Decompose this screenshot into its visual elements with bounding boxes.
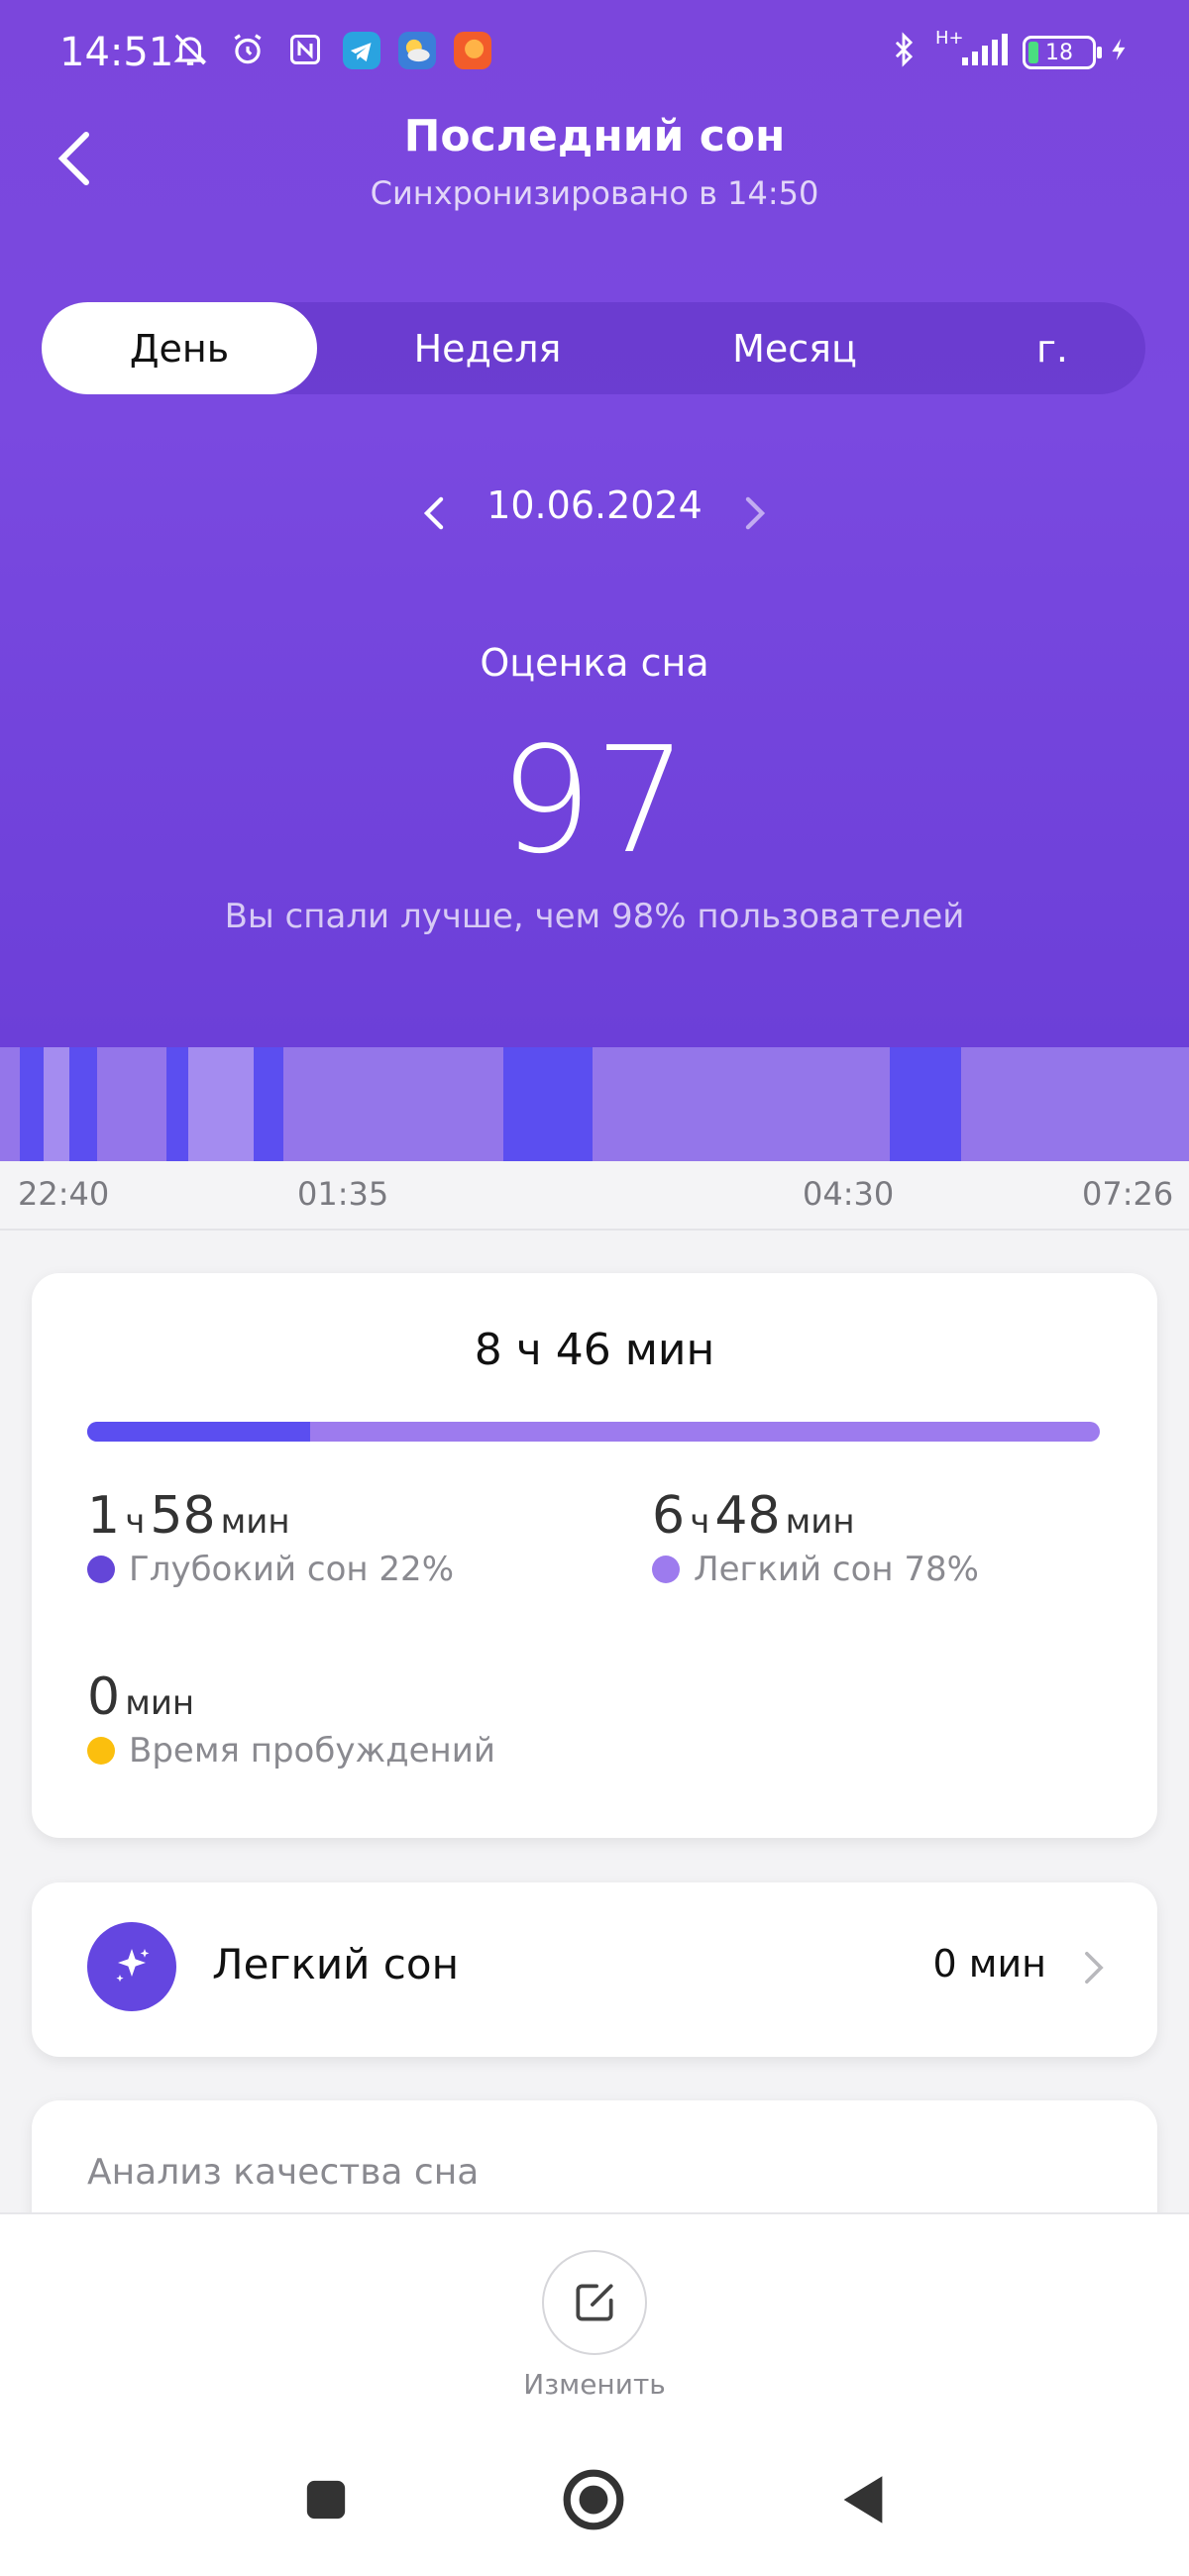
deep-sleep-segment [20, 1047, 44, 1161]
light-minutes: 48 [714, 1486, 781, 1546]
status-time: 14:51 [59, 30, 174, 75]
light-sleep-segment [961, 1047, 1189, 1161]
nav-back-button[interactable] [828, 2465, 898, 2534]
edit-button[interactable] [542, 2250, 647, 2355]
hour-unit: ч [690, 1502, 710, 1542]
header-panel: 14:51 H+ 18 Последний сон Синхронизирова… [0, 0, 1189, 1047]
row-label: Легкий сон [212, 1940, 460, 1988]
light-sleep-segment [97, 1047, 166, 1161]
tab-year[interactable]: г. [963, 302, 1141, 394]
sleep-stage-timeline [0, 1047, 1189, 1161]
deep-sleep-dot-icon [87, 1556, 115, 1583]
tab-day[interactable]: День [42, 302, 317, 394]
weather-app-icon [398, 32, 436, 69]
chevron-right-icon[interactable] [1074, 1944, 1114, 1991]
deep-sleep-segment [166, 1047, 188, 1161]
minute-unit: мин [785, 1502, 855, 1542]
light-sleep-label: Легкий сон 78% [694, 1550, 979, 1589]
deep-sleep-label: Глубокий сон 22% [129, 1550, 454, 1589]
nfc-icon [285, 30, 325, 69]
analysis-title: Анализ качества сна [87, 2152, 480, 2193]
light-sleep-segment [44, 1047, 69, 1161]
next-date-chevron-icon[interactable] [733, 491, 777, 535]
status-bar: 14:51 H+ 18 [0, 0, 1189, 107]
awake-dot-icon [87, 1737, 115, 1765]
hour-unit: ч [125, 1502, 146, 1542]
bluetooth-icon [884, 30, 923, 69]
deep-minutes: 58 [150, 1486, 216, 1546]
timeline-axis: 22:40 01:35 04:30 07:26 [0, 1161, 1189, 1231]
bottom-action-bar: Изменить [0, 2212, 1189, 2576]
home-button[interactable] [559, 2465, 628, 2534]
awake-minutes: 0 [87, 1667, 121, 1727]
signal-icon [959, 30, 1015, 69]
sleep-summary-card: 8 ч 46 мин 1 ч 58 мин Глубокий сон 22% 6… [32, 1273, 1157, 1838]
deep-sleep-segment [69, 1047, 97, 1161]
date-navigator: 10.06.2024 [0, 483, 1189, 543]
tick-label: 07:26 [1082, 1175, 1174, 1213]
sleep-score-description: Вы спали лучше, чем 98% пользователей [224, 897, 965, 936]
light-sleep-segment [188, 1047, 254, 1161]
total-sleep-duration: 8 ч 46 мин [474, 1325, 715, 1375]
minute-unit: мин [125, 1683, 195, 1723]
telegram-icon [343, 32, 380, 69]
alarm-icon [228, 30, 268, 69]
sleep-screen: 14:51 H+ 18 Последний сон Синхронизирова… [0, 0, 1189, 2576]
sparkle-icon [87, 1922, 176, 2011]
battery-level: 18 [1045, 40, 1073, 65]
sleep-ratio-bar [87, 1422, 1100, 1442]
period-tabs: День Неделя Месяц г. [42, 302, 1145, 394]
deep-hours: 1 [87, 1486, 121, 1546]
current-date: 10.06.2024 [486, 483, 703, 527]
sync-status: Синхронизировано в 14:50 [370, 174, 819, 212]
tick-label: 01:35 [297, 1175, 389, 1213]
battery-indicator: 18 [1023, 36, 1102, 69]
sleep-score-label: Оценка сна [480, 641, 709, 685]
deep-sleep-segment [254, 1047, 283, 1161]
edit-label: Изменить [523, 2368, 666, 2401]
deep-sleep-segment [890, 1047, 961, 1161]
app-notification-icon [454, 32, 491, 69]
awake-label: Время пробуждений [129, 1731, 495, 1771]
tick-label: 04:30 [803, 1175, 895, 1213]
deep-sleep-segment [503, 1047, 593, 1161]
light-sleep-segment [283, 1047, 503, 1161]
tab-month[interactable]: Месяц [656, 302, 933, 394]
light-sleep-dot-icon [652, 1556, 680, 1583]
page-title: Последний сон [403, 111, 786, 161]
tick-label: 22:40 [18, 1175, 110, 1213]
minute-unit: мин [220, 1502, 290, 1542]
sleep-score-value: 97 [498, 715, 691, 886]
deep-sleep-stat: 1 ч 58 мин Глубокий сон 22% [87, 1486, 454, 1589]
muted-bell-icon [170, 30, 210, 69]
light-hours: 6 [652, 1486, 686, 1546]
recents-button[interactable] [291, 2465, 361, 2534]
light-sleep-row[interactable]: Легкий сон 0 мин [32, 1882, 1157, 2057]
light-sleep-segment [593, 1047, 890, 1161]
charging-icon [1100, 30, 1139, 69]
light-sleep-stat: 6 ч 48 мин Легкий сон 78% [652, 1486, 979, 1589]
awake-stat: 0 мин Время пробуждений [87, 1667, 495, 1771]
tab-week[interactable]: Неделя [349, 302, 626, 394]
row-value: 0 мин [932, 1942, 1046, 1986]
deep-sleep-bar-fill [87, 1422, 310, 1442]
